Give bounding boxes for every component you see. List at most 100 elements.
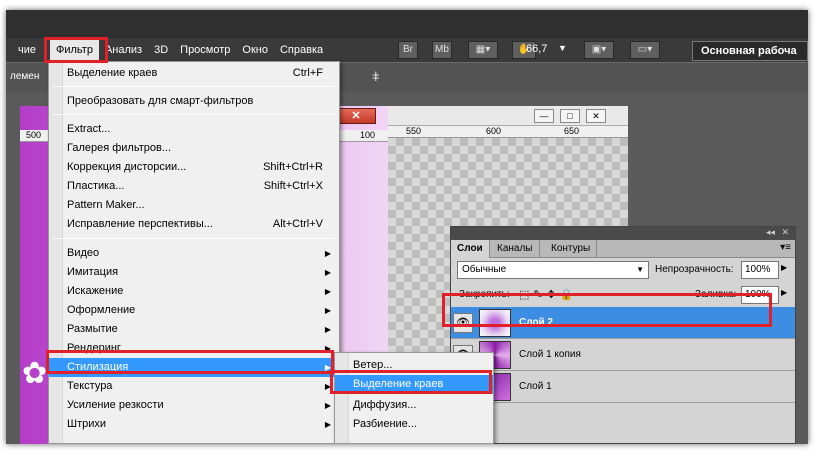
menu-item-label: Размытие — [67, 323, 118, 335]
submenu-arrow-icon: ▶ — [324, 268, 331, 277]
chevron-down-icon: ▼ — [636, 265, 644, 274]
layers-panel: ◂◂ ✕ Слои Каналы Контуры ▾≡ Обычные ▼ Не… — [450, 226, 796, 444]
menu-item-window[interactable]: Окно — [236, 39, 274, 61]
maximize-icon[interactable]: □ — [560, 109, 580, 123]
annotation-box-layer2 — [442, 293, 772, 327]
menu-item-help[interactable]: Справка — [274, 39, 329, 61]
submenu-arrow-icon: ▶ — [324, 287, 331, 296]
menu-item-label: Коррекция дисторсии... — [67, 161, 187, 173]
panel-close-icon[interactable]: ✕ — [781, 227, 789, 238]
panel-tabs: Слои Каналы Контуры ▾≡ — [451, 240, 795, 258]
menu-item-lens-correction[interactable]: Коррекция дисторсии... Shift+Ctrl+R — [49, 158, 339, 177]
menu-item-pixelate[interactable]: Оформление ▶ — [49, 301, 339, 320]
close-window-button[interactable]: ✕ — [336, 108, 376, 124]
menu-item-shortcut: Shift+Ctrl+R — [263, 161, 323, 173]
opacity-field[interactable]: 100% — [741, 261, 779, 279]
mini-bridge-button[interactable]: Mb — [432, 41, 452, 59]
arrange-documents-icon[interactable]: ▣▾ — [584, 41, 614, 59]
ruler-tick-550: 550 — [406, 126, 422, 136]
menu-item-label: Преобразовать для смарт-фильтров — [67, 95, 254, 107]
menu-item-texture[interactable]: Текстура ▶ — [49, 377, 339, 396]
menu-separator — [53, 114, 335, 115]
submenu-arrow-icon: ▶ — [324, 249, 331, 258]
menu-item-convert-smart[interactable]: Преобразовать для смарт-фильтров — [49, 92, 339, 111]
minimize-icon[interactable]: — — [534, 109, 554, 123]
menu-item-label: Исправление перспективы... — [67, 218, 213, 230]
menu-item-label: Pattern Maker... — [67, 199, 145, 211]
ruler-tick-500: 500 — [26, 130, 42, 140]
menu-item-filter-gallery[interactable]: Галерея фильтров... — [49, 139, 339, 158]
menu-item-label: Extract... — [67, 123, 111, 135]
view-extras-icon[interactable]: ▦▾ — [468, 41, 498, 59]
ruler-tick-600: 600 — [486, 126, 502, 136]
menu-item-label: Видео — [67, 247, 100, 259]
submenu-arrow-icon: ▶ — [324, 420, 331, 429]
annotation-box-filter-menu — [44, 37, 108, 63]
menu-item-label: Текстура — [67, 380, 113, 392]
collapse-icon[interactable]: ◂◂ — [766, 227, 775, 238]
ruler-tick-650: 650 — [564, 126, 580, 136]
title-strip — [6, 10, 808, 38]
annotation-box-find-edges — [330, 370, 492, 394]
menu-item-brush-strokes[interactable]: Штрихи ▶ — [49, 415, 339, 434]
layer-row[interactable]: 👁 Слой 1 — [451, 371, 795, 403]
menu-item-shortcut: Alt+Ctrl+V — [272, 218, 323, 230]
doc-close-icon[interactable]: ✕ — [586, 109, 606, 123]
layer-name: Слой 1 — [519, 381, 552, 392]
menu-item-liquify[interactable]: Пластика... Shift+Ctrl+X — [49, 177, 339, 196]
submenu-arrow-icon: ▶ — [324, 306, 331, 315]
menu-item-pattern-maker[interactable]: Pattern Maker... — [49, 196, 339, 215]
panel-header: ◂◂ ✕ — [451, 227, 795, 240]
menu-item-vanishing-point[interactable]: Исправление перспективы... Alt+Ctrl+V — [49, 215, 339, 234]
menu-item-blur[interactable]: Размытие ▶ — [49, 320, 339, 339]
blend-mode-select[interactable]: Обычные ▼ — [457, 261, 649, 279]
menu-item-view[interactable]: Просмотр — [174, 39, 236, 61]
submenu-arrow-icon: ▶ — [324, 325, 331, 334]
menu-item-extract[interactable]: Extract... — [49, 120, 339, 139]
menu-item-shortcut: Shift+Ctrl+X — [263, 180, 323, 192]
zoom-dropdown-icon[interactable]: ▼ — [558, 43, 567, 53]
menu-item-label: Пластика... — [67, 180, 125, 192]
photoshop-window: чие Фильтр Анализ 3D Просмотр Окно Справ… — [6, 10, 808, 444]
annotation-box-stylize — [46, 350, 334, 374]
menu-item-partial[interactable]: чие — [12, 39, 42, 61]
menu-separator — [53, 238, 335, 239]
menu-separator — [53, 86, 335, 87]
menu-item-last-filter[interactable]: Выделение краев Ctrl+F — [49, 64, 339, 83]
menu-item-video[interactable]: Видео ▶ — [49, 244, 339, 263]
menu-item-label: Имитация — [67, 266, 119, 278]
menu-item-3d[interactable]: 3D — [148, 39, 174, 61]
screen-mode-icon[interactable]: ▭▾ — [630, 41, 660, 59]
horizontal-ruler-2: 550 600 650 — [388, 126, 628, 138]
options-label: лемен — [10, 71, 40, 82]
menu-item-label: Галерея фильтров... — [67, 142, 172, 154]
tab-layers[interactable]: Слои — [451, 240, 490, 258]
tab-paths[interactable]: Контуры — [545, 240, 598, 258]
menu-item-label: Выделение краев — [67, 67, 158, 79]
ruler-tick-100: 100 — [360, 130, 376, 140]
blend-mode-value: Обычные — [462, 264, 507, 275]
workspace-switcher[interactable]: Основная рабоча — [692, 41, 808, 61]
stylize-submenu: Ветер... Выделение краев Диффузия... Раз… — [334, 352, 494, 444]
layer-row[interactable]: 👁 Слой 1 копия — [451, 339, 795, 371]
document-titlebar: — □ ✕ — [388, 106, 628, 126]
menu-item-sharpen[interactable]: Усиление резкости ▶ — [49, 396, 339, 415]
opacity-slider-icon[interactable]: ▶ — [781, 263, 787, 272]
panel-menu-icon[interactable]: ▾≡ — [780, 242, 791, 253]
opacity-label: Непрозрачность: — [655, 264, 734, 275]
menu-item-artistic[interactable]: Имитация ▶ — [49, 263, 339, 282]
menu-item-shortcut: Ctrl+F — [292, 67, 323, 79]
filter-menu: Выделение краев Ctrl+F Преобразовать для … — [48, 61, 340, 444]
fill-slider-icon[interactable]: ▶ — [781, 288, 787, 297]
zoom-level[interactable]: 66,7 — [526, 43, 547, 55]
menu-item-label: Штрихи — [67, 418, 107, 430]
puppet-icon[interactable]: ǂ — [372, 69, 380, 84]
menu-item-label: Усиление резкости — [67, 399, 164, 411]
bridge-button[interactable]: Br — [398, 41, 418, 59]
menu-item-distort[interactable]: Искажение ▶ — [49, 282, 339, 301]
submenu-item-tiles[interactable]: Разбиение... — [335, 415, 493, 434]
menu-item-label: Оформление — [67, 304, 136, 316]
tab-channels[interactable]: Каналы — [491, 240, 540, 258]
layer-name: Слой 1 копия — [519, 349, 581, 360]
submenu-item-diffuse[interactable]: Диффузия... — [335, 396, 493, 415]
